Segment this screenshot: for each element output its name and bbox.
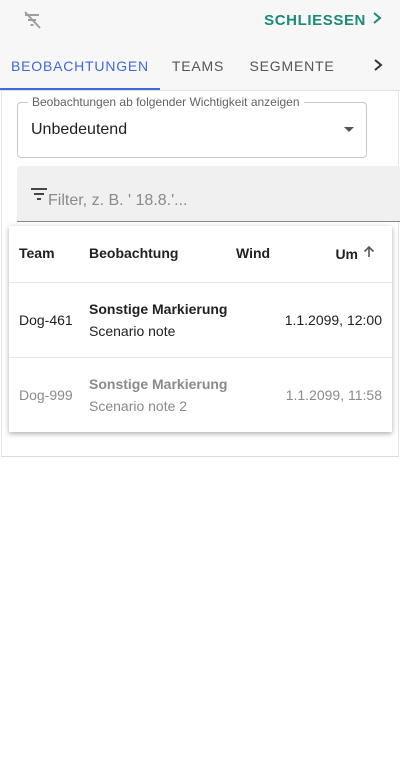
active-tab-indicator (0, 88, 160, 90)
chevron-right-icon[interactable] (368, 55, 388, 75)
importance-select[interactable]: Beobachtungen ab folgender Wichtigkeit a… (17, 95, 367, 158)
top-bar: SCHLIESSEN (0, 0, 400, 40)
row-observation-note: Scenario note 2 (89, 398, 188, 414)
chevron-right-icon (370, 11, 384, 29)
observations-table: Team Beobachtung Wind Um Dog-461 Sonstig… (9, 226, 392, 432)
tab-bar: BEOBACHTUNGEN TEAMS SEGMENTE (0, 40, 400, 91)
row-observation-note: Scenario note (89, 323, 176, 339)
filter-field (17, 166, 400, 222)
close-button[interactable]: SCHLIESSEN (264, 10, 384, 30)
column-header-um-label: Um (335, 245, 358, 262)
close-button-label: SCHLIESSEN (264, 11, 366, 29)
column-header-wind[interactable]: Wind (236, 245, 270, 261)
importance-select-value: Unbedeutend (31, 121, 128, 138)
table-row[interactable]: Dog-461 Sonstige Markierung Scenario not… (9, 282, 392, 358)
tab-beobachtungen[interactable]: BEOBACHTUNGEN (0, 40, 160, 90)
column-header-beobachtung[interactable]: Beobachtung (89, 245, 178, 261)
tab-teams[interactable]: TEAMS (160, 40, 236, 90)
filter-list-icon (31, 186, 47, 202)
arrow-up-icon (362, 245, 376, 262)
row-time: 1.1.2099, 11:58 (285, 387, 382, 403)
filter-input[interactable] (48, 190, 388, 212)
importance-select-label: Beobachtungen ab folgender Wichtigkeit a… (28, 95, 304, 109)
dropdown-arrow-icon (344, 127, 354, 132)
row-observation-title: Sonstige Markierung (89, 301, 228, 317)
filter-off-icon[interactable] (22, 10, 42, 30)
row-time: 1.1.2099, 12:00 (284, 312, 382, 328)
column-header-um[interactable]: Um (335, 245, 376, 262)
tab-segmente[interactable]: SEGMENTE (236, 40, 348, 90)
table-row[interactable]: Dog-999 Sonstige Markierung Scenario not… (9, 357, 392, 433)
row-team: Dog-461 (19, 312, 73, 328)
row-observation-title: Sonstige Markierung (89, 376, 228, 392)
row-team: Dog-999 (19, 387, 73, 403)
column-header-team[interactable]: Team (19, 245, 55, 261)
